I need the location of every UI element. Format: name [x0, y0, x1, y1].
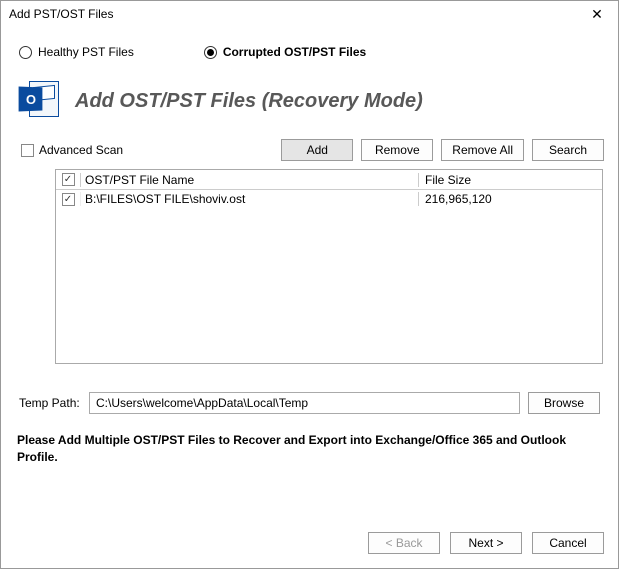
- row-filesize: 216,965,120: [418, 192, 602, 206]
- row-checkbox[interactable]: [56, 193, 80, 206]
- remove-button[interactable]: Remove: [361, 139, 433, 161]
- row-filename: B:\FILES\OST FILE\shoviv.ost: [80, 192, 418, 206]
- wizard-footer: < Back Next > Cancel: [368, 532, 604, 554]
- browse-button[interactable]: Browse: [528, 392, 600, 414]
- temp-path-label: Temp Path:: [19, 396, 81, 410]
- checkbox-icon: [21, 144, 34, 157]
- radio-healthy-pst[interactable]: Healthy PST Files: [19, 45, 134, 59]
- titlebar: Add PST/OST Files ✕: [1, 1, 618, 27]
- temp-path-row: Temp Path: Browse: [15, 364, 604, 414]
- checkbox-label: Advanced Scan: [39, 143, 123, 157]
- radio-label: Healthy PST Files: [38, 45, 134, 59]
- add-button[interactable]: Add: [281, 139, 353, 161]
- next-button[interactable]: Next >: [450, 532, 522, 554]
- remove-all-button[interactable]: Remove All: [441, 139, 524, 161]
- col-size-header[interactable]: File Size: [418, 173, 602, 187]
- outlook-icon: O: [19, 81, 59, 121]
- instruction-text: Please Add Multiple OST/PST Files to Rec…: [15, 414, 604, 466]
- search-button[interactable]: Search: [532, 139, 604, 161]
- toolbar: Advanced Scan Add Remove Remove All Sear…: [15, 139, 604, 169]
- table-row[interactable]: B:\FILES\OST FILE\shoviv.ost 216,965,120: [56, 190, 602, 208]
- mode-header: O Add OST/PST Files (Recovery Mode): [15, 77, 604, 139]
- file-table: OST/PST File Name File Size B:\FILES\OST…: [55, 169, 603, 364]
- temp-path-input[interactable]: [89, 392, 520, 414]
- select-all-checkbox[interactable]: [56, 173, 80, 186]
- table-header: OST/PST File Name File Size: [56, 170, 602, 190]
- mode-title: Add OST/PST Files (Recovery Mode): [75, 90, 423, 113]
- radio-corrupted-ost-pst[interactable]: Corrupted OST/PST Files: [204, 45, 366, 59]
- radio-icon: [204, 46, 217, 59]
- col-name-header[interactable]: OST/PST File Name: [80, 173, 418, 187]
- close-icon[interactable]: ✕: [582, 3, 612, 25]
- checkbox-icon: [62, 173, 75, 186]
- checkbox-icon: [62, 193, 75, 206]
- back-button: < Back: [368, 532, 440, 554]
- cancel-button[interactable]: Cancel: [532, 532, 604, 554]
- advanced-scan-checkbox[interactable]: Advanced Scan: [21, 143, 123, 157]
- window-title: Add PST/OST Files: [9, 7, 582, 21]
- radio-icon: [19, 46, 32, 59]
- radio-label: Corrupted OST/PST Files: [223, 45, 366, 59]
- file-type-radio-group: Healthy PST Files Corrupted OST/PST File…: [15, 35, 604, 77]
- toolbar-buttons: Add Remove Remove All Search: [281, 139, 604, 161]
- content-area: Healthy PST Files Corrupted OST/PST File…: [1, 27, 618, 466]
